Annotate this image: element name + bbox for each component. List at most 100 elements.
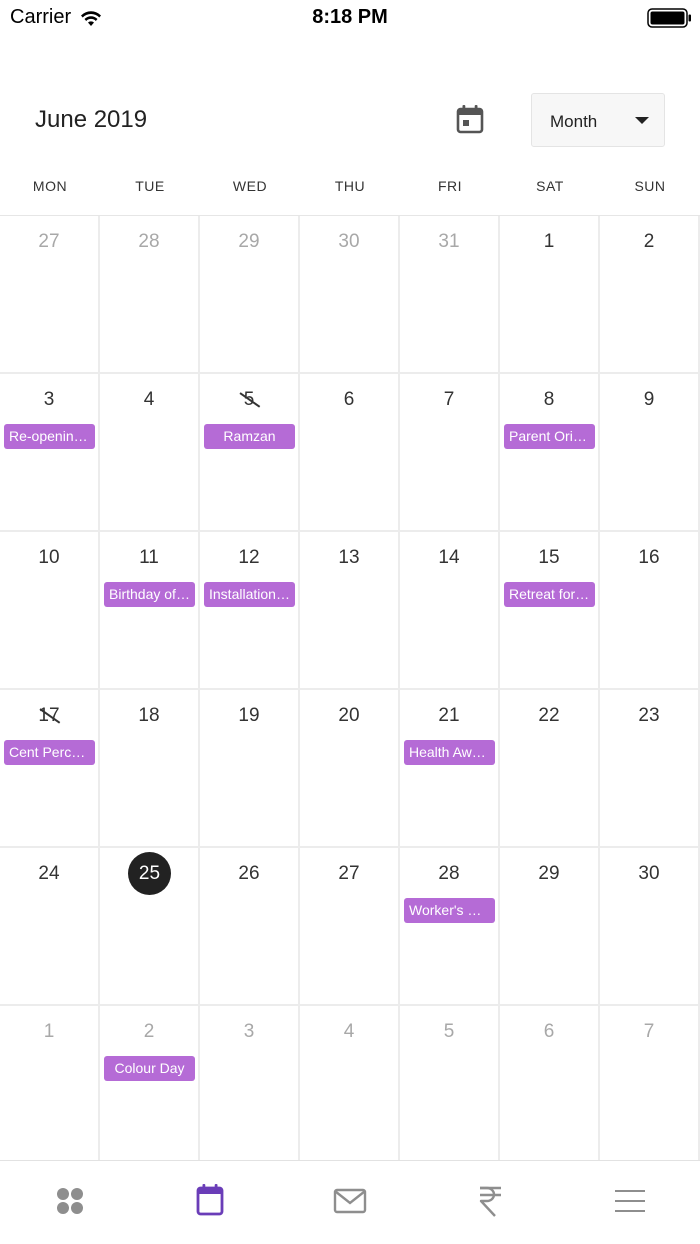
- battery-icon: [647, 8, 691, 28]
- day-cell[interactable]: 19: [200, 690, 300, 848]
- day-number: 12: [238, 547, 260, 568]
- day-cell[interactable]: 5 Ramzan: [200, 374, 300, 532]
- day-cell[interactable]: 3 Re-opening of School: [0, 374, 100, 532]
- event-chip[interactable]: Birthday of Principal: [104, 582, 195, 607]
- status-time: 8:18 PM: [312, 6, 388, 28]
- week-row: 27 28 29 30 31 1 2: [0, 216, 700, 374]
- day-cell[interactable]: 20: [300, 690, 400, 848]
- dashboard-icon[interactable]: [50, 1183, 90, 1219]
- day-cell[interactable]: 21 Health Awareness: [400, 690, 500, 848]
- day-cell[interactable]: 1: [0, 1006, 100, 1164]
- day-cell[interactable]: 27: [0, 216, 100, 374]
- event-chip[interactable]: Ramzan: [204, 424, 295, 449]
- day-cell[interactable]: 24: [0, 848, 100, 1006]
- day-number: 5: [200, 389, 298, 411]
- event-chip[interactable]: Worker's Day: [404, 898, 495, 923]
- day-cell[interactable]: 8 Parent Orientation: [500, 374, 600, 532]
- event-chip[interactable]: Cent Percent Result: [4, 740, 95, 765]
- event-chip[interactable]: Installation Ceremony: [204, 582, 295, 607]
- day-number: 8: [543, 389, 555, 410]
- day-cell[interactable]: 22: [500, 690, 600, 848]
- day-number: 7: [443, 389, 455, 410]
- day-cell[interactable]: 6: [500, 1006, 600, 1164]
- weekday-label: SUN: [634, 178, 666, 194]
- day-cell[interactable]: 16: [600, 532, 700, 690]
- event-chip[interactable]: Parent Orientation: [504, 424, 595, 449]
- day-cell[interactable]: 1: [500, 216, 600, 374]
- menu-icon[interactable]: [610, 1183, 650, 1219]
- day-cell[interactable]: 28 Worker's Day: [400, 848, 500, 1006]
- day-cell[interactable]: 5: [400, 1006, 500, 1164]
- day-cell[interactable]: 30: [600, 848, 700, 1006]
- day-cell[interactable]: 12 Installation Ceremony: [200, 532, 300, 690]
- mail-icon[interactable]: [330, 1183, 370, 1219]
- event-chip[interactable]: Health Awareness: [404, 740, 495, 765]
- day-number: 14: [438, 547, 460, 568]
- day-cell[interactable]: 2 Colour Day: [100, 1006, 200, 1164]
- day-number: 1: [43, 1021, 55, 1042]
- day-cell[interactable]: 7: [600, 1006, 700, 1164]
- day-cell[interactable]: 27: [300, 848, 400, 1006]
- event-chip[interactable]: Re-opening of School: [4, 424, 95, 449]
- week-row: 24 25 26 27 28 Worker's Day 29 30: [0, 848, 700, 1006]
- day-cell[interactable]: 3: [200, 1006, 300, 1164]
- day-cell[interactable]: 7: [400, 374, 500, 532]
- day-cell[interactable]: 29: [500, 848, 600, 1006]
- day-cell[interactable]: 13: [300, 532, 400, 690]
- rupee-icon[interactable]: [470, 1183, 510, 1219]
- day-number: 4: [343, 1021, 355, 1042]
- day-number: 20: [338, 705, 360, 726]
- day-number: 10: [38, 547, 60, 568]
- day-number: 29: [238, 231, 260, 252]
- weekday-label: TUE: [135, 178, 165, 194]
- weekday-label: FRI: [437, 178, 463, 194]
- weekday-label: THU: [334, 178, 366, 194]
- day-number: 15: [538, 547, 560, 568]
- month-title: June 2019: [35, 106, 148, 133]
- event-chip[interactable]: Colour Day: [104, 1056, 195, 1081]
- day-number: 18: [138, 705, 160, 726]
- day-number: 21: [438, 705, 460, 726]
- day-cell[interactable]: 18: [100, 690, 200, 848]
- day-cell-today[interactable]: 25: [100, 848, 200, 1006]
- day-cell[interactable]: 14: [400, 532, 500, 690]
- day-cell[interactable]: 17 Cent Percent Result: [0, 690, 100, 848]
- day-cell[interactable]: 31: [400, 216, 500, 374]
- week-row: 1 2 Colour Day 3 4 5 6 7: [0, 1006, 700, 1164]
- view-mode-dropdown[interactable]: Month: [531, 93, 665, 147]
- day-cell[interactable]: 4: [100, 374, 200, 532]
- day-cell[interactable]: 2: [600, 216, 700, 374]
- day-cell[interactable]: 11 Birthday of Principal: [100, 532, 200, 690]
- day-number: 25: [128, 852, 171, 895]
- day-number: 17: [0, 705, 98, 727]
- caret-down-icon: [635, 117, 649, 124]
- day-cell[interactable]: 30: [300, 216, 400, 374]
- week-row: 17 Cent Percent Result 18 19 20 21 Health Awar…: [0, 690, 700, 848]
- calendar-header: June 2019 Month: [0, 88, 700, 152]
- day-number: 6: [343, 389, 355, 410]
- view-mode-label: Month: [550, 112, 598, 131]
- weekday-label: MON: [32, 178, 68, 194]
- week-row: 3 Re-opening of School 4 5 Ramzan 6 7 8 Parent O…: [0, 374, 700, 532]
- day-number: 16: [638, 547, 660, 568]
- day-cell[interactable]: 26: [200, 848, 300, 1006]
- day-number: 4: [143, 389, 155, 410]
- day-cell[interactable]: 23: [600, 690, 700, 848]
- day-number: 2: [143, 1021, 155, 1042]
- day-cell[interactable]: 6: [300, 374, 400, 532]
- day-cell[interactable]: 28: [100, 216, 200, 374]
- day-cell[interactable]: 29: [200, 216, 300, 374]
- event-chip[interactable]: Retreat for Teachers: [504, 582, 595, 607]
- day-number: 28: [138, 231, 160, 252]
- day-cell[interactable]: 9: [600, 374, 700, 532]
- day-number: 27: [338, 863, 360, 884]
- day-number: 19: [238, 705, 260, 726]
- day-cell[interactable]: 15 Retreat for Teachers: [500, 532, 600, 690]
- day-number: 23: [638, 705, 660, 726]
- day-cell[interactable]: 4: [300, 1006, 400, 1164]
- day-number: 2: [643, 231, 655, 252]
- calendar-today-icon[interactable]: [456, 104, 484, 134]
- calendar-icon[interactable]: [190, 1183, 230, 1219]
- weekday-label: SAT: [536, 178, 564, 194]
- day-cell[interactable]: 10: [0, 532, 100, 690]
